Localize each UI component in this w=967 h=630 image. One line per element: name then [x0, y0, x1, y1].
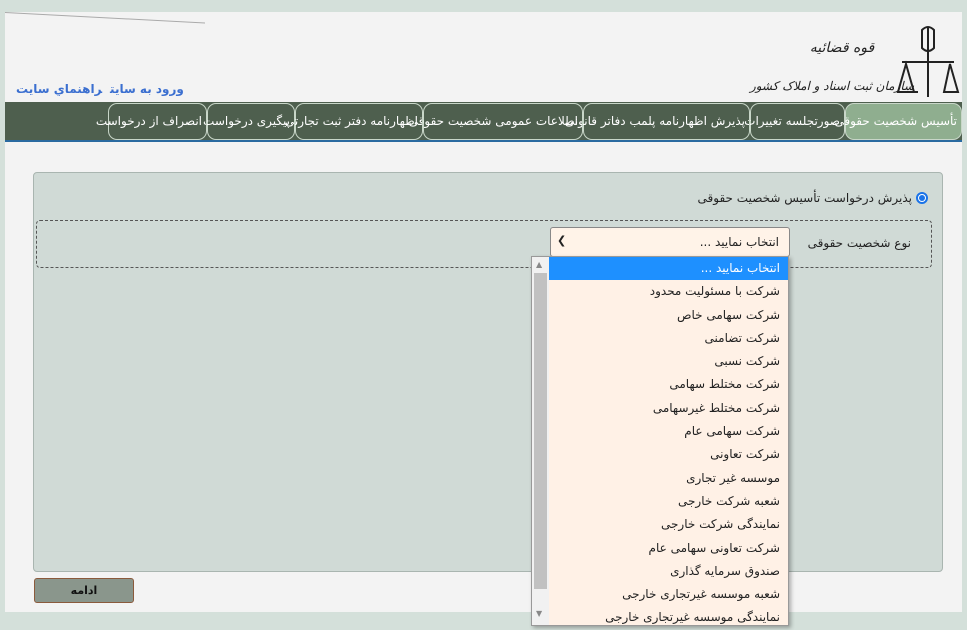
dropdown-option[interactable]: شرکت سهامی عام	[549, 420, 788, 443]
scrollbar[interactable]: ▲ ▼	[532, 257, 549, 625]
dropdown-option[interactable]: شرکت با مسئولیت محدود	[549, 280, 788, 303]
scroll-up-icon[interactable]: ▲	[536, 260, 542, 269]
tab-establish[interactable]: تأسیس شخصیت حقوقی	[834, 102, 962, 140]
dropdown-option[interactable]: شرکت تعاونی	[549, 443, 788, 466]
type-dropdown-list: ▲ ▼ انتخاب نمایید ... شرکت با مسئولیت محد…	[531, 256, 789, 626]
tab-ledger-seal[interactable]: پذیرش اظهارنامه پلمب دفاتر قانونی	[565, 102, 750, 140]
dropdown-option[interactable]: شرکت مختلط سهامی	[549, 373, 788, 396]
svg-text:سازمان ثبت اسناد و املاک کشور: سازمان ثبت اسناد و املاک کشور	[748, 79, 915, 93]
chevron-down-icon: ❯	[557, 234, 567, 247]
continue-button[interactable]: ادامه	[34, 578, 134, 603]
dropdown-option[interactable]: موسسه غیر تجاری	[549, 467, 788, 490]
select-value: انتخاب نمایید ...	[699, 235, 779, 249]
page: قوه قضائیه سازمان ثبت اسناد و املاک کشور…	[5, 12, 962, 612]
scroll-down-icon[interactable]: ▼	[536, 609, 542, 618]
help-link[interactable]: راهنماي سايت	[16, 82, 102, 96]
dropdown-option[interactable]: شرکت سهامی خاص	[549, 304, 788, 327]
type-label: نوع شخصیت حقوقی	[807, 236, 911, 250]
dropdown-option[interactable]: شرکت نسبی	[549, 350, 788, 373]
tab-track-request[interactable]: پیگیری درخواست	[203, 102, 295, 140]
establish-radio[interactable]	[916, 192, 928, 204]
tab-cancel-request[interactable]: انصراف از درخواست	[96, 102, 207, 140]
svg-text:قوه قضائیه: قوه قضائیه	[810, 40, 876, 56]
header-links: ورود به سایت راهنماي سايت	[8, 82, 184, 96]
dropdown-option[interactable]: شعبه شرکت خارجی	[549, 490, 788, 513]
dropdown-option[interactable]: صندوق سرمایه گذاری	[549, 560, 788, 583]
dropdown-option[interactable]: انتخاب نمایید ...	[549, 257, 788, 281]
tab-general-info[interactable]: اطلاعات عمومی شخصیت حقوقی	[409, 102, 583, 140]
tab-changes-minutes[interactable]: صورتجلسه تغییرات	[744, 102, 845, 140]
dropdown-option[interactable]: شرکت تعاونی سهامی عام	[549, 537, 788, 560]
dropdown-option[interactable]: نمایندگی شرکت خارجی	[549, 513, 788, 536]
establish-radio-row[interactable]: پذیرش درخواست تأسیس شخصیت حقوقی	[698, 191, 928, 205]
main-nav: تأسیس شخصیت حقوقی صورتجلسه تغییرات پذیرش…	[5, 102, 962, 142]
decorative-line	[5, 12, 205, 35]
login-link[interactable]: ورود به سایت	[110, 82, 184, 96]
dropdown-option[interactable]: شرکت مختلط غیرسهامی	[549, 397, 788, 420]
type-fieldset: نوع شخصیت حقوقی انتخاب نمایید ... ❯	[36, 220, 932, 268]
form-panel: پذیرش درخواست تأسیس شخصیت حقوقی نوع شخصی…	[33, 172, 943, 572]
type-select[interactable]: انتخاب نمایید ... ❯	[550, 227, 790, 257]
dropdown-option[interactable]: نمایندگی موسسه غیرتجاری خارجی	[549, 606, 788, 629]
tab-commercial-register[interactable]: اظهارنامه دفتر ثبت تجارتی	[285, 102, 423, 140]
logo: قوه قضائیه سازمان ثبت اسناد و املاک کشور	[732, 22, 962, 102]
scrollbar-thumb[interactable]	[534, 273, 547, 589]
radio-label: پذیرش درخواست تأسیس شخصیت حقوقی	[697, 191, 912, 205]
dropdown-option[interactable]: شرکت تضامنی	[549, 327, 788, 350]
options: انتخاب نمایید ... شرکت با مسئولیت محدود شر…	[549, 257, 788, 630]
dropdown-option[interactable]: شعبه موسسه غیرتجاری خارجی	[549, 583, 788, 606]
